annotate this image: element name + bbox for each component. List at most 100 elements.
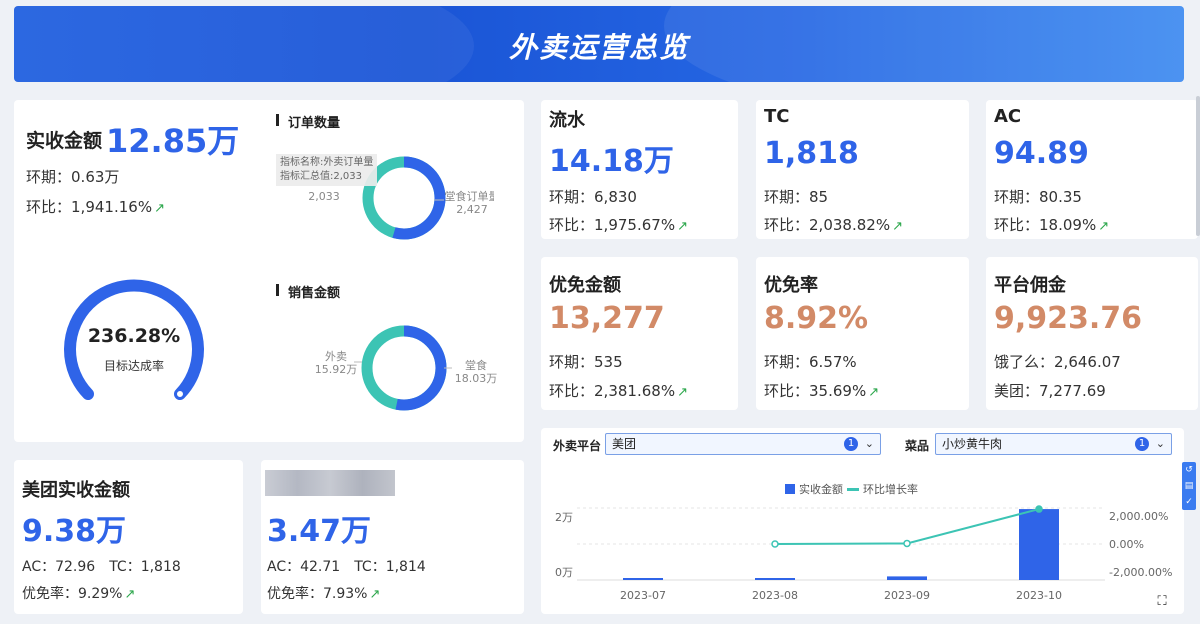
undo-icon[interactable]: ↺ (1182, 462, 1196, 478)
kpi-line-2: 美团：7,277.69 (994, 382, 1106, 400)
y-left-tick: 2万 (555, 511, 573, 524)
other-ac: AC：42.71 (267, 559, 341, 575)
other-tc: TC：1,814 (354, 559, 426, 575)
main-period-line: 环期：0.63万 (26, 166, 119, 187)
meituan-value: 9.38万 (22, 514, 127, 549)
kpi-card-flow: 流水 14.18万 环期：6,830 环比：1,975.67% ↗ (541, 100, 738, 239)
trend-up-icon: ↗ (154, 201, 165, 216)
page-title: 外卖运营总览 (508, 31, 689, 64)
meituan-tc: TC：1,818 (109, 559, 181, 575)
sales-section-title: 销售金额 (276, 282, 340, 301)
kpi-value: 1,818 (764, 136, 859, 171)
side-toolbar: ↺ ▤ ✓ (1182, 462, 1196, 510)
kpi-name: 优免率 (764, 275, 818, 296)
chevron-down-icon: ⌄ (864, 437, 874, 450)
main-revenue-value: 12.85万 (106, 122, 240, 160)
screenshot-icon[interactable]: ⛶ (1154, 594, 1170, 610)
kpi-card-discount-rate: 优免率 8.92% 环期：6.57% 环比：35.69% ↗ (756, 257, 969, 410)
check-icon[interactable]: ✓ (1182, 494, 1196, 510)
dish-select[interactable]: 小炒黄牛肉 1 ⌄ (935, 433, 1172, 455)
bar-2023-08 (755, 578, 795, 580)
dish-select-value: 小炒黄牛肉 (942, 437, 1003, 451)
meituan-label: 美团实收金额 (22, 480, 130, 501)
redacted-title (265, 470, 395, 496)
kpi-value: 13,277 (549, 301, 665, 336)
meituan-rate: 优免率：9.29% ↗ (22, 586, 136, 602)
legend-swatch-line (847, 488, 859, 491)
tooltip-line-1: 指标名称:外卖订单量 (280, 157, 374, 168)
trend-up-icon: ↗ (124, 587, 136, 602)
tooltip-line-2: 指标汇总值:2,033 (280, 171, 362, 182)
scrollbar[interactable] (1196, 96, 1200, 236)
kpi-line-2: 环比：18.09% ↗ (994, 216, 1110, 234)
trend-up-icon: ↗ (868, 385, 880, 400)
gauge-end-dot (175, 389, 185, 399)
kpi-name: AC (994, 106, 1022, 127)
orders-section-title: 订单数量 (276, 112, 340, 131)
meituan-revenue-card: 美团实收金额 9.38万 AC：72.96 TC：1,818 优免率：9.29% ↗ (14, 460, 243, 614)
x-tick-label: 2023-10 (1016, 589, 1062, 602)
main-period-value: 0.63万 (71, 168, 120, 186)
kpi-value: 94.89 (994, 136, 1089, 171)
trend-up-icon: ↗ (369, 587, 381, 602)
bar-2023-07 (623, 578, 663, 580)
y-right-tick: -2,000.00% (1109, 566, 1172, 579)
dish-filter-label: 菜品 (905, 439, 930, 453)
main-revenue-card: 实收金额 12.85万 环期：0.63万 环比：1,941.16% ↗ 236.2… (14, 100, 524, 442)
bar-2023-09 (887, 576, 927, 580)
platform-count-badge: 1 (844, 437, 858, 451)
kpi-line-1: 环期：80.35 (994, 188, 1082, 206)
gauge-value: 236.28% (88, 325, 180, 347)
dish-count-badge: 1 (1135, 437, 1149, 451)
kpi-name: 平台佣金 (994, 275, 1066, 296)
chevron-down-icon: ⌄ (1155, 437, 1165, 450)
x-tick-label: 2023-09 (884, 589, 930, 602)
growth-rate-point (903, 539, 911, 548)
kpi-line-1: 环期：6,830 (549, 188, 637, 206)
kpi-card-ac: AC 94.89 环期：80.35 环比：18.09% ↗ (986, 100, 1198, 239)
sales-left-value: 15.92万 (315, 363, 358, 376)
other-ac-tc: AC：42.71 TC：1,814 (267, 556, 426, 576)
gauge-label: 目标达成率 (104, 358, 164, 373)
orders-right-value: 2,427 (456, 203, 488, 216)
growth-rate-point (1035, 505, 1043, 513)
growth-rate-point (771, 540, 779, 548)
kpi-line-1: 饿了么：2,646.07 (994, 353, 1121, 371)
x-tick-label: 2023-08 (752, 589, 798, 602)
chart-legend: 实收金额 环比增长率 (785, 482, 918, 496)
sales-left-label: 外卖 (325, 350, 347, 363)
sales-donut: 外卖 15.92万 堂食 18.03万 (315, 325, 497, 411)
other-value: 3.47万 (267, 514, 372, 549)
legend-series-1: 实收金额 (799, 482, 843, 496)
kpi-line-1: 环期：535 (549, 353, 623, 371)
kpi-card-discount-amount: 优免金额 13,277 环期：535 环比：2,381.68% ↗ (541, 257, 738, 410)
kpi-value: 14.18万 (549, 144, 674, 179)
meituan-ac-tc: AC：72.96 TC：1,818 (22, 556, 181, 576)
main-ratio-label: 环比： (26, 198, 72, 216)
other-rate: 优免率：7.93% ↗ (267, 586, 381, 602)
kpi-name: TC (764, 106, 790, 127)
bar-2023-10 (1019, 509, 1059, 580)
kpi-name: 优免金额 (549, 275, 621, 296)
notes-icon[interactable]: ▤ (1182, 478, 1196, 494)
trend-up-icon: ↗ (1098, 219, 1110, 234)
legend-swatch-bar (785, 484, 795, 494)
kpi-value: 9,923.76 (994, 301, 1143, 336)
main-revenue-label: 实收金额 (26, 130, 103, 152)
kpi-value: 8.92% (764, 301, 869, 336)
kpi-line-2: 环比：2,381.68% ↗ (549, 382, 688, 400)
y-left-tick: 0万 (555, 566, 573, 579)
revenue-trend-chart: 实收金额 环比增长率 2万 0万 2,000.00% 0.00% -2,000.… (555, 482, 1172, 602)
kpi-card-commission: 平台佣金 9,923.76 饿了么：2,646.07 美团：7,277.69 (986, 257, 1198, 410)
orders-left-value: 2,033 (308, 190, 340, 203)
trend-up-icon: ↗ (892, 219, 903, 234)
orders-tooltip: 指标名称:外卖订单量 指标汇总值:2,033 (276, 154, 378, 186)
kpi-line-2: 环比：35.69% ↗ (764, 382, 880, 400)
main-ratio-value: 1,941.16% (71, 198, 153, 216)
kpi-line-2: 环比：1,975.67% ↗ (549, 216, 688, 234)
platform-select-value: 美团 (612, 437, 637, 451)
orders-right-label: 堂食订单量 (445, 189, 495, 203)
platform-select[interactable]: 美团 1 ⌄ (605, 433, 881, 455)
sales-right-label: 堂食 (465, 358, 487, 372)
growth-rate-line (774, 508, 1040, 545)
